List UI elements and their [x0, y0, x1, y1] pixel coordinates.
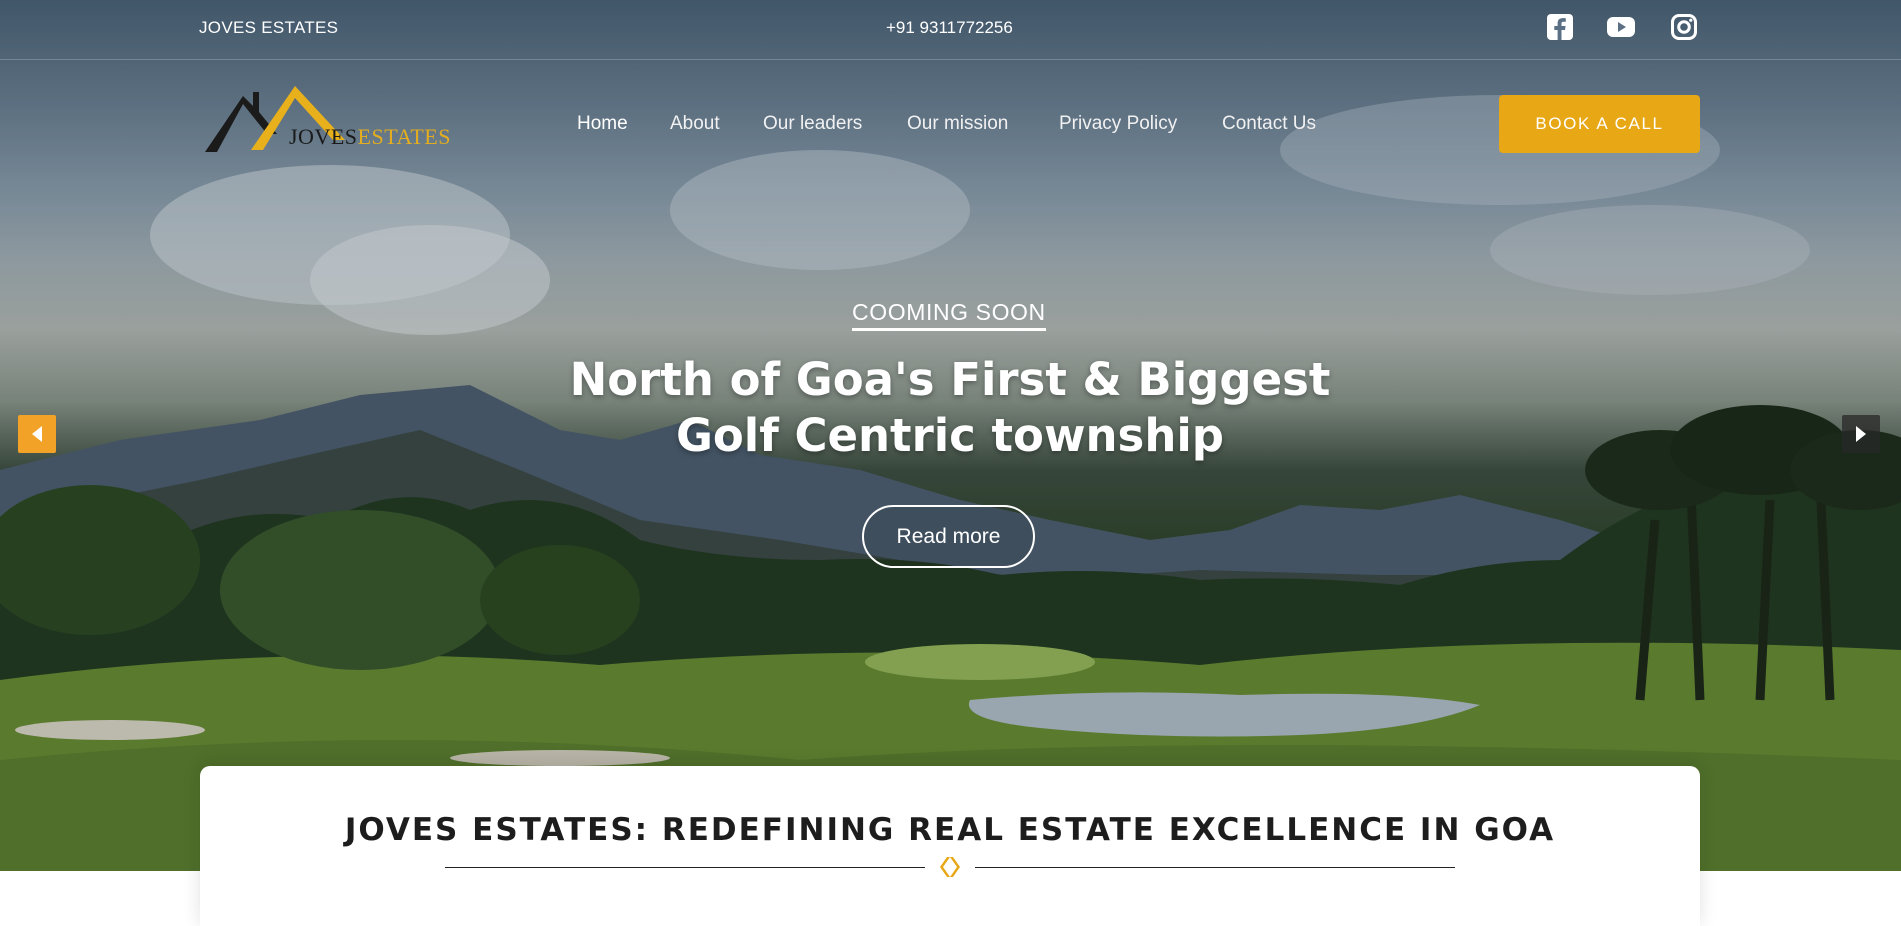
logo-wordmark-part2: ESTATES [357, 124, 451, 149]
nav-item-home[interactable]: Home [577, 113, 628, 135]
hero-headline: North of Goa's First & Biggest Golf Cent… [540, 352, 1360, 464]
slider-prev-button[interactable] [18, 415, 56, 453]
nav-item-our-leaders[interactable]: Our leaders [763, 113, 862, 135]
double-chevron-divider-icon [940, 857, 960, 877]
hero-slider: JOVES ESTATES +91 9311772256 JOVESESTATE… [0, 0, 1901, 871]
logo-wordmark-part1: JOVES [289, 124, 358, 149]
instagram-icon[interactable] [1670, 13, 1700, 43]
youtube-icon[interactable] [1606, 13, 1638, 43]
section-title: JOVES ESTATES: REDEFINING REAL ESTATE EX… [344, 812, 1556, 848]
site-logo[interactable]: JOVESESTATES [205, 84, 455, 156]
nav-item-contact-us[interactable]: Contact Us [1222, 113, 1316, 135]
facebook-icon[interactable] [1546, 13, 1576, 43]
caret-right-icon [1856, 426, 1866, 442]
nav-item-privacy-policy[interactable]: Privacy Policy [1059, 113, 1177, 135]
nav-item-about[interactable]: About [670, 113, 720, 135]
book-a-call-button[interactable]: BOOK A CALL [1499, 95, 1700, 153]
top-bar-phone[interactable]: +91 9311772256 [886, 18, 1013, 38]
hero-headline-line1: North of Goa's First & Biggest [569, 353, 1331, 406]
nav-item-our-mission[interactable]: Our mission [907, 113, 1008, 135]
read-more-button[interactable]: Read more [862, 505, 1035, 568]
logo-wordmark: JOVESESTATES [289, 124, 451, 150]
top-bar: JOVES ESTATES +91 9311772256 [0, 0, 1901, 60]
top-bar-brand: JOVES ESTATES [199, 18, 339, 37]
intro-section-card: JOVES ESTATES: REDEFINING REAL ESTATE EX… [200, 766, 1700, 926]
slider-next-button[interactable] [1842, 415, 1880, 453]
hero-headline-line2: Golf Centric township [675, 409, 1225, 462]
title-divider-left [445, 867, 925, 868]
hero-eyebrow: COOMING SOON [852, 299, 1046, 331]
title-divider-right [975, 867, 1455, 868]
caret-left-icon [32, 426, 42, 442]
